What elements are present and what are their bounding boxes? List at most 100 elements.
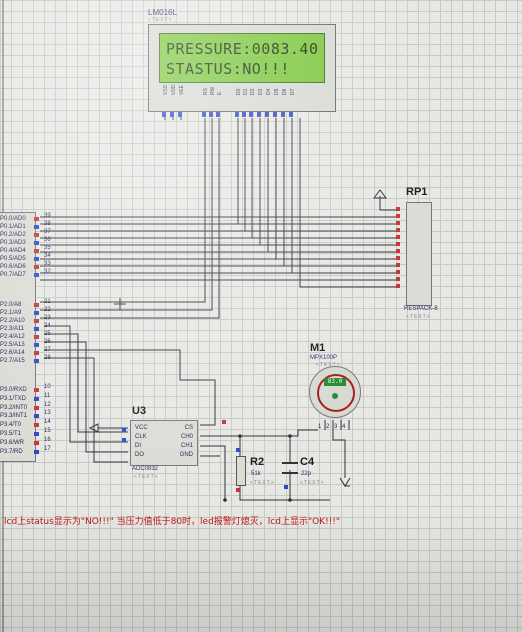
mcu-pin-label: P0.2/AD2 (0, 232, 26, 238)
lcd-pin-d6: D6 (282, 88, 288, 95)
mcu-pin-number: 13 (44, 410, 51, 417)
mcu-pin-number: 21 (44, 299, 51, 305)
schematic-canvas[interactable]: LM016L <TEXT> PRESSURE:0083.40 STASTUS:N… (0, 0, 522, 632)
c4-capacitor[interactable] (282, 462, 298, 474)
lcd-line-1: PRESSURE:0083.40 (166, 40, 319, 58)
m1-readout: 83.0 (324, 378, 346, 386)
mcu-pin-terminal[interactable] (34, 233, 39, 237)
mcu-pin-terminal[interactable] (34, 351, 39, 355)
mcu-pin-label: P0.6/AD6 (0, 264, 26, 270)
lcd-pin-d7: D7 (290, 88, 296, 95)
mcu-pin-number: 32 (44, 269, 51, 275)
rp1-ref: RP1 (406, 186, 428, 198)
c4-ref: C4 (300, 456, 315, 468)
lcd-pin-vee: VEE (179, 84, 185, 95)
mcu-pin-number: 37 (44, 229, 51, 235)
m1-pressure-sensor[interactable]: 83.0 (309, 366, 361, 418)
mcu-pin-number: 23 (44, 315, 51, 321)
mcu-pin-number: 27 (44, 347, 51, 353)
lcd-part-label: LM016L (148, 8, 177, 17)
mcu-pin-terminal[interactable] (34, 257, 39, 261)
mcu-pin-terminal[interactable] (34, 335, 39, 339)
r2-value: 51k (251, 471, 261, 477)
mcu-pin-number: 10 (44, 384, 51, 390)
u3-text-tag: <TEXT> (134, 474, 159, 480)
u3-pin-do: DO (135, 452, 144, 458)
mcu-pin-label: P2.4/A12 (0, 334, 25, 340)
mcu-pin-terminal[interactable] (34, 241, 39, 245)
mcu-pin-terminal[interactable] (34, 414, 39, 419)
mcu-pin-number: 14 (44, 419, 51, 426)
mcu-pin-number: 26 (44, 339, 51, 345)
mcu-pin-number: 22 (44, 307, 51, 313)
u3-pin-ch0: CH0 (180, 434, 193, 440)
rp1-resistor-pack[interactable] (406, 202, 432, 306)
mcu-pin-label: P0.5/AD5 (0, 256, 26, 262)
r2-resistor[interactable] (236, 456, 246, 486)
mcu-pin-number: 12 (44, 401, 51, 408)
lcd-pin-d2: D2 (250, 88, 256, 95)
m1-part-label: MPX100P (310, 355, 338, 361)
mcu-pin-label: P2.6/A14 (0, 350, 25, 356)
u3-adc-chip[interactable]: VCC CLK DI DO CS CH0 CH1 GND (130, 420, 198, 466)
mcu-pin-number: 25 (44, 331, 51, 337)
m1-pin-number: 3 (334, 424, 338, 430)
mcu-pin-terminal[interactable] (34, 359, 39, 363)
m1-ref: M1 (310, 342, 326, 354)
m1-pin-number: 1 (318, 424, 322, 430)
mcu-pin-number: 17 (44, 445, 51, 452)
mcu-pin-label: P0.4/AD4 (0, 248, 26, 254)
mcu-pin-label: P0.3/AD3 (0, 240, 26, 246)
mcu-pin-number: 33 (44, 261, 51, 267)
lcd-pin-vdd: VDD (171, 84, 177, 95)
mcu-pin-label: P0.7/AD7 (0, 272, 26, 278)
mcu-pin-terminal[interactable] (34, 265, 39, 269)
annotation-note: lcd上status显示为"NO!!!" 当压力值低于80时，led报警灯熄灭，… (4, 517, 341, 527)
u3-ref: U3 (132, 405, 147, 417)
mcu-pin-label: P0.0/AD0 (0, 216, 26, 222)
mcu-pin-terminal[interactable] (34, 303, 39, 307)
mcu-pin-terminal[interactable] (34, 319, 39, 323)
lcd-pin-vss: VSS (163, 84, 169, 95)
mcu-pin-terminal[interactable] (34, 225, 39, 229)
mcu-pin-terminal[interactable] (34, 217, 39, 221)
u3-pin-cs: CS (184, 425, 193, 431)
lcd-screen: PRESSURE:0083.40 STASTUS:NO!!! (159, 33, 325, 83)
mcu-pin-label: P3.1/TXD (0, 395, 27, 402)
rp1-part-label: RESPACK-8 (404, 306, 438, 312)
mcu-pin-number: 36 (44, 237, 51, 243)
mcu-pin-label: P3.5/T1 (0, 431, 22, 437)
mcu-pin-label: P2.1/A9 (0, 310, 22, 316)
m1-pin-number: 2 (326, 424, 330, 430)
mcu-pin-terminal[interactable] (34, 440, 39, 445)
mcu-pin-terminal[interactable] (34, 432, 39, 436)
mcu-pin-label: P3.3/INT1 (0, 413, 28, 420)
mcu-pin-terminal[interactable] (34, 273, 39, 277)
mcu-pin-terminal[interactable] (34, 396, 39, 401)
m1-pin-number: 4 (342, 424, 346, 430)
mcu-pin-terminal[interactable] (34, 249, 39, 253)
mcu-pin-label: P2.7/A15 (0, 358, 25, 364)
mcu-pin-label: P2.0/A8 (0, 302, 22, 308)
mcu-pin-terminal[interactable] (34, 405, 39, 410)
r2-ref: R2 (250, 456, 265, 468)
lcd-line-2: STASTUS:NO!!! (166, 60, 290, 78)
lcd-pin-d4: D4 (266, 88, 272, 95)
rp1-text-tag: <TEXT> (406, 314, 431, 320)
mcu-pin-terminal[interactable] (34, 449, 39, 454)
m1-port-dot (332, 393, 338, 399)
lcd-display[interactable]: PRESSURE:0083.40 STASTUS:NO!!! VSS VDD VEE… (148, 24, 336, 112)
mcu-pin-terminal[interactable] (34, 343, 39, 347)
u3-pin-di: DI (135, 443, 141, 449)
mcu-pin-label: P2.3/A11 (0, 326, 25, 332)
lcd-pin-d5: D5 (274, 88, 280, 95)
mcu-pin-terminal[interactable] (34, 423, 39, 428)
mcu-pin-terminal[interactable] (34, 327, 39, 331)
mcu-pin-terminal[interactable] (34, 311, 39, 315)
mcu-pin-label: P3.4/T0 (0, 422, 22, 429)
mcu-pin-label: P3.6/WR (0, 439, 25, 446)
u3-pin-gnd: GND (179, 452, 193, 458)
lcd-pin-rw: RW (210, 86, 216, 95)
mcu-pin-number: 34 (44, 253, 51, 259)
mcu-pin-terminal[interactable] (34, 388, 39, 392)
